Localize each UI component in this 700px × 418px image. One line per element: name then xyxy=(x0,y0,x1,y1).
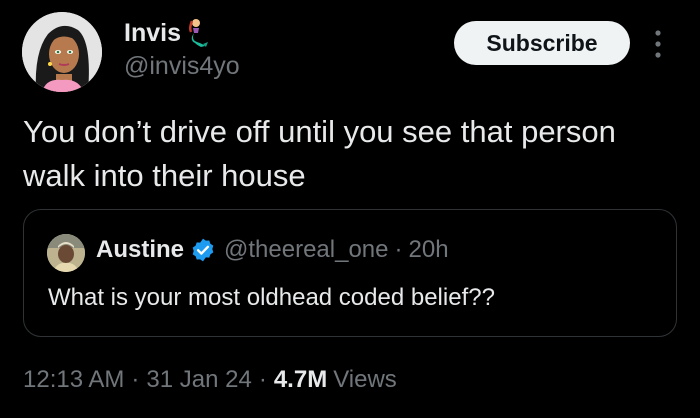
tweet-time[interactable]: 12:13 AM xyxy=(23,366,124,394)
separator-dot: · xyxy=(394,236,403,263)
author-avatar[interactable] xyxy=(22,12,102,92)
author-handle[interactable]: @invis4yo xyxy=(124,52,240,81)
quoted-tweet-time[interactable]: 20h xyxy=(409,236,449,264)
more-vertical-icon[interactable] xyxy=(651,28,665,60)
quoted-tweet-card[interactable]: Austine @theereal_one · 20h What is your… xyxy=(23,209,677,337)
quoted-author-handle[interactable]: @theereal_one xyxy=(224,236,388,264)
quoted-tweet-text: What is your most oldhead coded belief?? xyxy=(48,284,495,311)
quoted-author-name[interactable]: Austine xyxy=(96,236,184,264)
quoted-tweet-header: Austine @theereal_one · 20h xyxy=(96,236,449,264)
author-display-name[interactable]: Invis xyxy=(124,19,181,48)
separator-dot: · xyxy=(258,366,267,393)
tweet-text: You don’t drive off until you see that p… xyxy=(23,114,616,193)
quoted-author-avatar[interactable] xyxy=(47,234,85,272)
tweet-date[interactable]: 31 Jan 24 xyxy=(146,366,251,394)
views-label[interactable]: Views xyxy=(333,366,397,394)
verified-badge-icon xyxy=(190,237,216,263)
separator-dot: · xyxy=(131,366,140,393)
mermaid-icon xyxy=(185,18,209,48)
author-display-name-row[interactable]: Invis xyxy=(124,18,209,48)
subscribe-button[interactable]: Subscribe xyxy=(454,21,630,65)
views-count[interactable]: 4.7M xyxy=(274,366,327,394)
tweet-meta: 12:13 AM · 31 Jan 24 · 4.7M Views xyxy=(23,366,397,394)
